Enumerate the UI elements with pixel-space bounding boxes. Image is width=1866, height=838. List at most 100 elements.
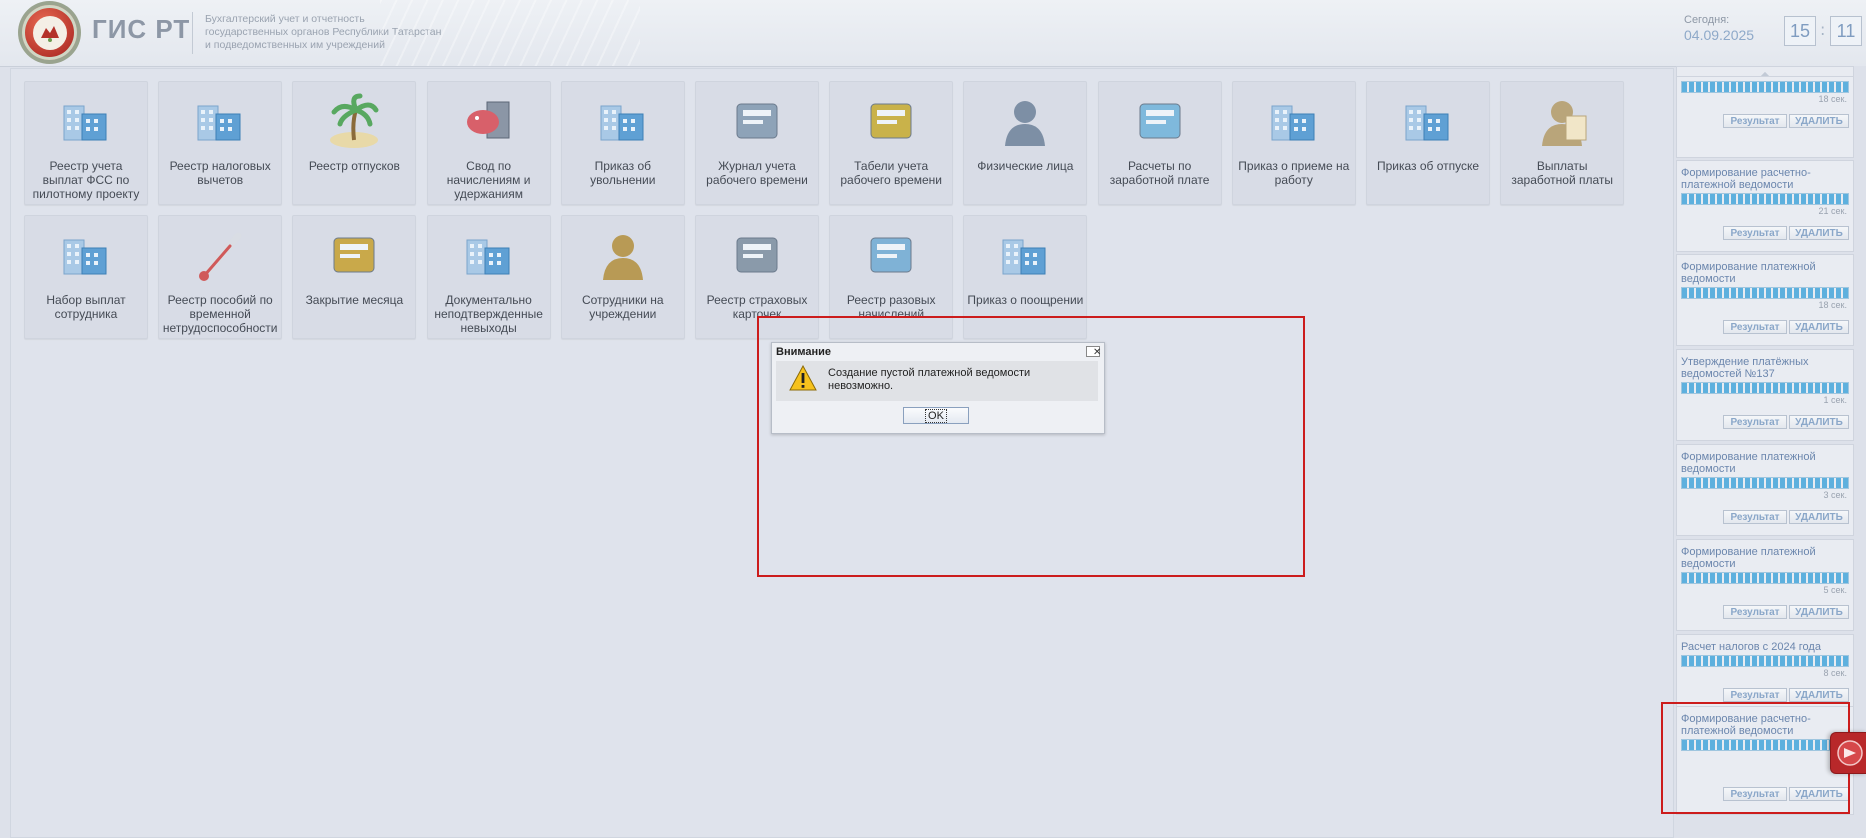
dialog-title: Внимание xyxy=(776,346,831,358)
module-tile-label: Реестр налоговых вычетов xyxy=(169,159,271,187)
piggy-bank-icon xyxy=(466,101,510,139)
task-name: Утверждение платёжных ведомостей №137 xyxy=(1681,356,1809,380)
task-duration: 1 сек. xyxy=(1823,395,1847,405)
buildings-icon xyxy=(466,239,510,275)
app-title: ГИС РТ xyxy=(92,14,191,44)
module-tile[interactable]: Приказ о приеме на работу xyxy=(1231,81,1356,205)
buildings-icon xyxy=(63,239,107,275)
module-tile[interactable]: Выплаты заработной платы xyxy=(1500,81,1625,205)
task-result-button[interactable]: Результат xyxy=(1723,226,1787,240)
task-progress-bar xyxy=(1681,382,1849,394)
task-result-button[interactable]: Результат xyxy=(1723,688,1787,702)
task-duration: 18 сек. xyxy=(1818,94,1847,104)
module-tile-label: Журнал учета рабочего времени xyxy=(706,159,808,187)
buildings-icon xyxy=(1002,239,1046,275)
warning-dialog: Внимание ✕ Создание пустой платежной вед… xyxy=(771,342,1105,434)
app-subtitle-line: государственных органов Республики Татар… xyxy=(205,26,442,38)
module-tile[interactable]: Табели учета рабочего времени xyxy=(829,81,954,205)
thermometer-icon xyxy=(199,232,242,281)
app-subtitle: Бухгалтерский учет и отчетность государс… xyxy=(205,13,465,52)
module-tile-label: Реестр отпусков xyxy=(308,159,400,173)
money-gift-icon xyxy=(870,237,912,273)
task-card: Утверждение платёжных ведомостей №137 1 с… xyxy=(1676,349,1854,441)
today-label: Сегодня: xyxy=(1684,14,1730,26)
buildings-icon xyxy=(1271,105,1315,141)
task-delete-button[interactable]: УДАЛИТЬ xyxy=(1789,415,1849,429)
buildings-icon xyxy=(1405,105,1449,141)
module-tile[interactable]: Реестр отпусков xyxy=(292,81,417,205)
module-tile-label: Набор выплат сотрудника xyxy=(46,293,126,321)
card-icon xyxy=(1139,103,1181,139)
task-progress-bar xyxy=(1681,477,1849,489)
module-tile[interactable]: Физические лица xyxy=(963,81,1088,205)
module-tile[interactable]: Реестр учета выплат ФСС по пилотному про… xyxy=(24,81,148,205)
cursor-pointer-icon xyxy=(1837,740,1863,766)
warning-icon xyxy=(789,365,817,391)
employee-icon xyxy=(602,235,643,280)
task-name: Формирование платежной ведомости xyxy=(1681,261,1816,285)
person-document-icon xyxy=(1542,101,1587,146)
module-tile-label: Закрытие месяца xyxy=(305,293,404,307)
module-tile-label: Реестр учета выплат ФСС по пилотному про… xyxy=(32,159,140,201)
task-card: Формирование платежной ведомости 18 сек. Р… xyxy=(1676,254,1854,346)
task-duration: 21 сек. xyxy=(1818,206,1847,216)
task-card: Формирование расчетно-платежной ведомост… xyxy=(1676,160,1854,252)
task-duration: 5 сек. xyxy=(1823,585,1847,595)
tatarstan-emblem-logo xyxy=(22,5,77,60)
task-delete-button[interactable]: УДАЛИТЬ xyxy=(1789,688,1849,702)
module-tile[interactable]: Набор выплат сотрудника xyxy=(24,215,148,339)
module-tile-label: Расчеты по заработной плате xyxy=(1109,159,1210,187)
calendar-clock-icon xyxy=(736,103,778,139)
task-duration: 8 сек. xyxy=(1823,668,1847,678)
task-duration: 3 сек. xyxy=(1823,490,1847,500)
task-progress-bar xyxy=(1681,655,1849,667)
lock-calendar-icon xyxy=(333,237,375,273)
task-card: 18 сек. Результат УДАЛИТЬ xyxy=(1676,76,1854,158)
task-progress-bar xyxy=(1681,193,1849,205)
module-tile-label: Приказ об отпуске xyxy=(1376,159,1480,173)
book-disc-icon xyxy=(736,237,778,273)
module-tile-label: Табели учета рабочего времени xyxy=(840,159,943,187)
task-name: Расчет налогов с 2024 года xyxy=(1681,641,1821,653)
ok-button[interactable]: OK xyxy=(903,407,969,424)
dialog-close-button[interactable]: ✕ xyxy=(1086,346,1101,358)
module-tile[interactable]: Расчеты по заработной плате xyxy=(1097,81,1222,205)
task-name: Формирование платежной ведомости xyxy=(1681,451,1816,475)
clock-hours: 15 xyxy=(1784,16,1816,46)
side-panel-toggle-button[interactable] xyxy=(1830,732,1866,774)
task-duration: 18 сек. xyxy=(1818,300,1847,310)
task-delete-button[interactable]: УДАЛИТЬ xyxy=(1789,226,1849,240)
module-tile[interactable]: Документально неподтвержденные невыходы xyxy=(426,215,551,339)
task-result-button[interactable]: Результат xyxy=(1723,510,1787,524)
module-tile-label: Документально неподтвержденные невыходы xyxy=(434,293,543,335)
task-name: Формирование расчетно-платежной ведомост… xyxy=(1681,167,1811,191)
task-delete-button[interactable]: УДАЛИТЬ xyxy=(1789,510,1849,524)
task-result-button[interactable]: Результат xyxy=(1723,114,1787,128)
task-delete-button[interactable]: УДАЛИТЬ xyxy=(1789,605,1849,619)
clock-separator: : xyxy=(1820,20,1826,39)
task-result-button[interactable]: Результат xyxy=(1723,605,1787,619)
module-tile[interactable]: Закрытие месяца xyxy=(292,215,417,339)
module-tile[interactable]: Журнал учета рабочего времени xyxy=(695,81,819,205)
highlight-frame-task xyxy=(1661,702,1850,814)
task-delete-button[interactable]: УДАЛИТЬ xyxy=(1789,114,1849,128)
dialog-message: Создание пустой платежной ведомости нево… xyxy=(828,367,1031,392)
hourglass-book-icon xyxy=(870,103,912,139)
buildings-icon xyxy=(197,105,241,141)
task-result-button[interactable]: Результат xyxy=(1723,415,1787,429)
task-progress-bar xyxy=(1681,81,1849,93)
module-tile[interactable]: Реестр налоговых вычетов xyxy=(158,81,283,205)
module-tile[interactable]: Приказ об увольнении xyxy=(560,81,685,205)
task-result-button[interactable]: Результат xyxy=(1723,320,1787,334)
task-progress-bar xyxy=(1681,572,1849,584)
buildings-icon xyxy=(600,105,644,141)
module-tile[interactable]: Приказ об отпуске xyxy=(1366,81,1490,205)
task-delete-button[interactable]: УДАЛИТЬ xyxy=(1789,320,1849,334)
app-header: ГИС РТ Бухгалтерский учет и отчетность г… xyxy=(0,0,1866,67)
task-card: Формирование платежной ведомости 5 сек. Ре… xyxy=(1676,539,1854,631)
module-tile[interactable]: Свод по начислениям и удержаниям xyxy=(426,81,551,205)
module-tile[interactable]: Реестр пособий по временной нетрудоспосо… xyxy=(158,215,283,339)
palm-beach-icon xyxy=(330,93,379,148)
buildings-icon xyxy=(63,105,107,141)
module-tile[interactable]: Сотрудники на учреждении xyxy=(560,215,685,339)
